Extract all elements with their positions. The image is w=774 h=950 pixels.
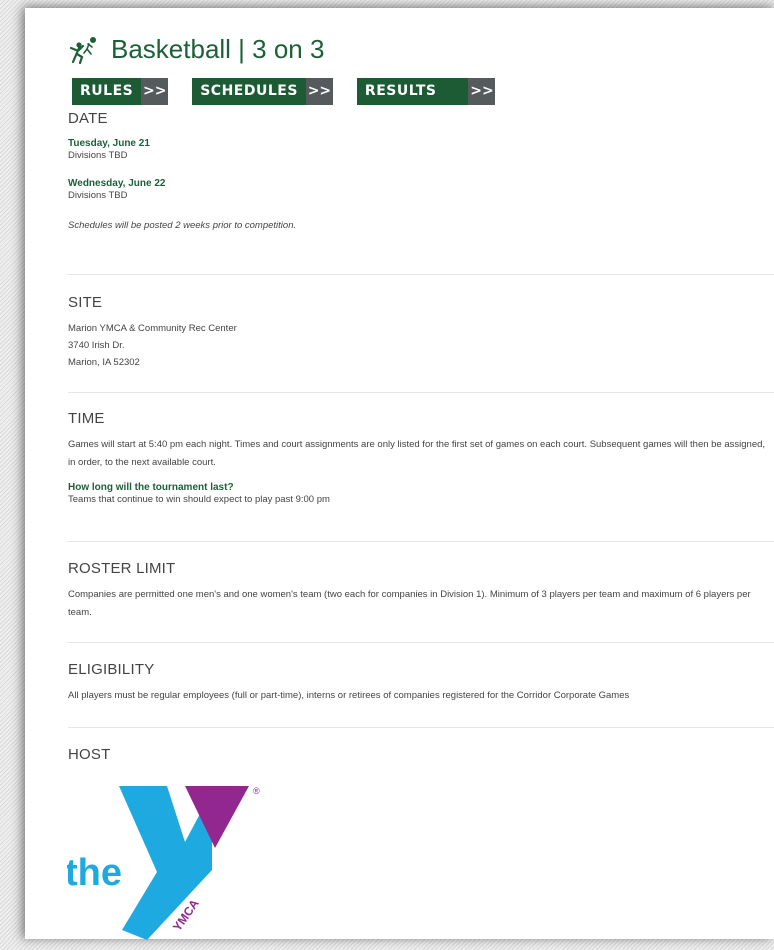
svg-text:®: ® (253, 786, 260, 796)
double-chevron-icon: >> (305, 78, 333, 105)
schedule-note: Schedules will be posted 2 weeks prior t… (68, 220, 297, 231)
divider (68, 727, 774, 728)
section-heading: ELIGIBILITY (68, 661, 155, 678)
results-button[interactable]: RESULTS >> (356, 78, 496, 105)
site-street: 3740 Irish Dr. (68, 340, 125, 351)
faq-answer: Teams that continue to win should expect… (68, 494, 330, 505)
ymca-logo: the YMCA ® (67, 786, 260, 940)
divider (68, 541, 774, 542)
host-section: HOST (68, 746, 768, 763)
schedules-button[interactable]: SCHEDULES >> (192, 78, 333, 105)
section-heading: HOST (68, 746, 111, 763)
time-section: TIME Games will start at 5:40 pm each ni… (68, 410, 768, 507)
faq-question: How long will the tournament last? (68, 482, 234, 493)
svg-text:the: the (67, 852, 122, 894)
double-chevron-icon: >> (468, 78, 496, 105)
roster-description: Companies are permitted one men's and on… (68, 589, 751, 618)
double-chevron-icon: >> (141, 78, 169, 105)
rules-button-label: RULES (72, 78, 142, 105)
page: Basketball | 3 on 3 RULES >> SCHEDULES >… (25, 8, 774, 940)
results-button-label: RESULTS (356, 78, 469, 105)
site-section: SITE Marion YMCA & Community Rec Center … (68, 294, 768, 371)
date-section: DATE Tuesday, June 21 Divisions TBD Wedn… (68, 110, 768, 234)
basketball-player-icon (69, 36, 96, 64)
eligibility-section: ELIGIBILITY All players must be regular … (68, 661, 768, 704)
rules-button[interactable]: RULES >> (72, 78, 169, 105)
page-title: Basketball | 3 on 3 (111, 34, 325, 64)
site-city: Marion, IA 52302 (68, 357, 140, 368)
time-description: Games will start at 5:40 pm each night. … (68, 439, 766, 468)
schedules-button-label: SCHEDULES (192, 78, 306, 105)
date-divisions: Divisions TBD (68, 150, 128, 161)
date-day: Tuesday, June 21 (68, 138, 150, 149)
section-heading: TIME (68, 410, 105, 427)
divider (68, 274, 774, 275)
page-header: Basketball | 3 on 3 (69, 34, 324, 65)
section-heading: DATE (68, 110, 108, 127)
nav-buttons: RULES >> SCHEDULES >> RESULTS >> (72, 78, 519, 105)
date-day: Wednesday, June 22 (68, 178, 166, 189)
divider (68, 642, 774, 643)
eligibility-description: All players must be regular employees (f… (68, 690, 630, 701)
roster-section: ROSTER LIMIT Companies are permitted one… (68, 560, 768, 622)
date-divisions: Divisions TBD (68, 190, 128, 201)
site-name: Marion YMCA & Community Rec Center (68, 323, 237, 334)
divider (68, 392, 774, 393)
section-heading: SITE (68, 294, 103, 311)
section-heading: ROSTER LIMIT (68, 560, 176, 577)
